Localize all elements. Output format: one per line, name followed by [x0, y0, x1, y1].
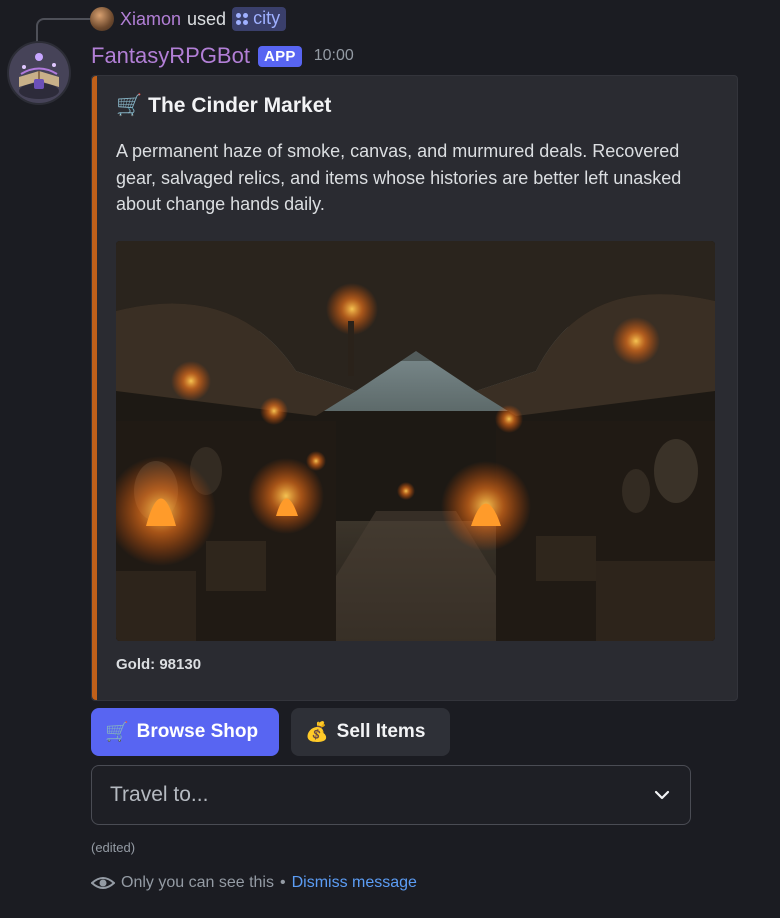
money-bag-icon: 💰	[305, 722, 329, 743]
travel-select-placeholder: Travel to...	[110, 783, 209, 806]
reply-context: Xiamon used city	[90, 6, 287, 32]
edited-label: (edited)	[91, 840, 136, 855]
reply-connector-line	[36, 18, 90, 42]
app-command-icon	[236, 12, 249, 25]
market-embed: 🛒 The Cinder Market A permanent haze of …	[91, 75, 738, 701]
ephemeral-notice: Only you can see this • Dismiss message	[91, 874, 417, 892]
gold-balance: Gold: 98130	[116, 656, 202, 673]
embed-description: A permanent haze of smoke, canvas, and m…	[116, 141, 682, 214]
embed-title-text: The Cinder Market	[148, 94, 332, 117]
travel-select[interactable]: Travel to...	[91, 765, 691, 825]
market-image[interactable]	[116, 241, 715, 641]
eye-icon	[91, 877, 115, 889]
app-badge: APP	[257, 45, 302, 67]
message-timestamp[interactable]: 10:00	[314, 47, 354, 65]
ephemeral-separator: •	[279, 874, 286, 891]
replied-user-avatar[interactable]	[90, 7, 114, 31]
browse-shop-label: Browse Shop	[136, 721, 259, 742]
chevron-down-icon	[654, 790, 670, 800]
reply-used-text: used	[187, 8, 227, 29]
embed-accent-bar	[92, 76, 97, 700]
ephemeral-text: Only you can see this	[121, 874, 274, 891]
replied-username[interactable]: Xiamon	[120, 9, 181, 30]
command-name: city	[253, 8, 281, 28]
bot-username[interactable]: FantasyRPGBot	[91, 43, 250, 69]
embed-title: 🛒 The Cinder Market	[116, 94, 331, 118]
spellbook-avatar-icon	[9, 43, 69, 103]
bot-avatar[interactable]	[7, 41, 71, 105]
message-header: FantasyRPGBot APP 10:00	[91, 43, 354, 69]
sell-items-label: Sell Items	[336, 721, 426, 742]
shopping-cart-icon: 🛒	[116, 94, 143, 117]
cinder-market-illustration	[116, 241, 715, 641]
dismiss-message-link[interactable]: Dismiss message	[292, 874, 417, 892]
slash-command-pill[interactable]: city	[232, 7, 287, 31]
shopping-cart-icon: 🛒	[105, 722, 129, 743]
sell-items-button[interactable]: 💰 Sell Items	[291, 708, 450, 756]
browse-shop-button[interactable]: 🛒 Browse Shop	[91, 708, 279, 756]
